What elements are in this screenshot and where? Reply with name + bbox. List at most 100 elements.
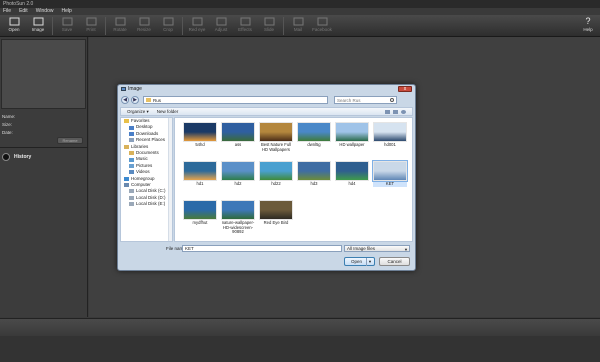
file-item[interactable]: 54hd xyxy=(183,122,217,148)
file-thumbnail xyxy=(221,122,255,142)
file-item[interactable]: KET xyxy=(372,160,408,187)
dialog-footer: File name: KET All Image files ▼ Open ▼ … xyxy=(120,244,413,270)
name-label: Name: xyxy=(2,114,16,119)
effects-button[interactable]: Effects xyxy=(233,15,257,36)
image-button[interactable]: Image xyxy=(26,15,50,36)
dialog-title: Image xyxy=(128,86,142,92)
image-icon xyxy=(33,17,43,26)
rename-button[interactable]: Rename xyxy=(57,137,83,144)
menu-item-help[interactable]: Help xyxy=(61,8,71,15)
main-toolbar: Open Image Save Print Rotate Resize Crop Red ey… xyxy=(0,15,600,37)
cancel-button[interactable]: Cancel xyxy=(379,257,410,266)
file-item[interactable]: hd001 xyxy=(373,122,407,148)
search-input[interactable]: Search Rus xyxy=(334,96,397,104)
file-item[interactable]: hd4 xyxy=(335,161,369,187)
save-button[interactable]: Save xyxy=(55,15,79,36)
file-item[interactable]: hd2 xyxy=(221,161,255,187)
file-type-value: All Image files xyxy=(347,246,376,251)
toolbar-label: Save xyxy=(61,27,73,32)
file-thumbnail xyxy=(335,122,369,142)
file-item[interactable]: mydfhut xyxy=(183,200,217,226)
file-item[interactable]: HD wallpaper xyxy=(335,122,369,148)
nav-item-label: Local Disk (E:) xyxy=(136,201,166,207)
file-thumbnail xyxy=(335,161,369,181)
help-button[interactable]: ? Help xyxy=(576,15,600,36)
toolbar-label: Effects xyxy=(238,27,252,32)
image-preview xyxy=(1,39,86,109)
recent-icon xyxy=(129,138,134,143)
download-icon xyxy=(129,131,134,136)
toolbar-label: Facebook xyxy=(312,27,332,32)
menu-item-edit[interactable]: Edit xyxy=(19,8,28,15)
red-eye-button[interactable]: Red eye xyxy=(185,15,209,36)
forward-button[interactable]: ▶ xyxy=(131,96,139,104)
toolbar-label: Image xyxy=(31,27,45,32)
file-item[interactable]: dwnl5g xyxy=(297,122,331,148)
file-name: hd3 xyxy=(310,181,318,186)
history-section[interactable]: History xyxy=(2,153,31,161)
file-name: 54hd xyxy=(195,142,205,147)
file-thumbnail xyxy=(221,200,255,220)
view-options-icon[interactable] xyxy=(385,109,390,114)
preview-pane-icon[interactable] xyxy=(393,109,398,114)
file-name-field[interactable]: KET xyxy=(182,245,342,252)
file-item[interactable]: ass xyxy=(221,122,255,148)
menu-item-file[interactable]: File xyxy=(3,8,11,15)
open-button[interactable]: Open ▼ xyxy=(344,257,375,266)
crop-button[interactable]: Crop xyxy=(156,15,180,36)
toolbar-label: Print xyxy=(86,27,96,32)
toolbar-separator xyxy=(52,17,53,35)
facebook-button[interactable]: Facebook xyxy=(310,15,334,36)
file-thumbnail xyxy=(221,161,255,181)
file-thumbnail xyxy=(297,122,331,142)
print-button[interactable]: Print xyxy=(79,15,103,36)
panel-divider xyxy=(0,147,88,148)
star-icon xyxy=(124,119,129,124)
file-item[interactable]: hd22 xyxy=(259,161,293,187)
menu-bar: File Edit Window Help xyxy=(0,8,600,15)
history-label: History xyxy=(14,154,32,160)
open-button[interactable]: Open xyxy=(2,15,26,36)
file-item[interactable]: Best Nature Full HD Wallpapers xyxy=(259,122,293,152)
organize-button[interactable]: Organize ▾ xyxy=(127,109,149,115)
adjust-button[interactable]: Adjust xyxy=(209,15,233,36)
search-icon xyxy=(390,98,394,102)
toolbar-label: Crop xyxy=(163,27,173,32)
menu-item-window[interactable]: Window xyxy=(36,8,54,15)
file-name: dwnl5g xyxy=(307,142,321,147)
close-button[interactable]: x xyxy=(398,86,412,92)
file-item[interactable]: hd1 xyxy=(183,161,217,187)
nav-scrollbar[interactable] xyxy=(168,118,172,241)
file-name: HD wallpaper xyxy=(339,142,365,147)
file-thumbnail xyxy=(372,160,408,182)
mail-icon xyxy=(293,17,303,26)
search-placeholder: Search Rus xyxy=(337,98,361,103)
file-name: Red Eye Bird xyxy=(263,220,289,225)
address-bar[interactable]: Rus xyxy=(143,96,328,104)
file-name: hd22 xyxy=(271,181,281,186)
size-label: Size: xyxy=(2,122,13,127)
file-name: Best Nature Full HD Wallpapers xyxy=(260,142,292,152)
folder-icon xyxy=(146,98,151,102)
save-icon xyxy=(62,17,72,26)
help-icon[interactable] xyxy=(401,109,406,114)
resize-button[interactable]: Resize xyxy=(132,15,156,36)
toolbar-separator xyxy=(105,17,106,35)
new-folder-button[interactable]: New folder xyxy=(157,109,179,114)
file-item[interactable]: hd3 xyxy=(297,161,331,187)
file-item[interactable]: nature-wallpaper-HD-widescreen-90892 xyxy=(221,200,255,235)
command-bar: Organize ▾ New folder xyxy=(120,107,413,116)
rotate-button[interactable]: Rotate xyxy=(108,15,132,36)
print-icon xyxy=(86,17,96,26)
file-thumbnail xyxy=(259,122,293,142)
pictures-icon xyxy=(129,163,134,168)
toolbar-label: Rotate xyxy=(113,27,127,32)
back-button[interactable]: ◀ xyxy=(121,96,129,104)
slide-icon xyxy=(264,17,274,26)
file-item[interactable]: Red Eye Bird xyxy=(259,200,293,226)
dialog-titlebar: Image xyxy=(121,86,142,92)
mail-button[interactable]: Mail xyxy=(286,15,310,36)
file-name: mydfhut xyxy=(192,220,208,225)
slide-button[interactable]: Slide xyxy=(257,15,281,36)
file-type-select[interactable]: All Image files ▼ xyxy=(344,245,410,252)
